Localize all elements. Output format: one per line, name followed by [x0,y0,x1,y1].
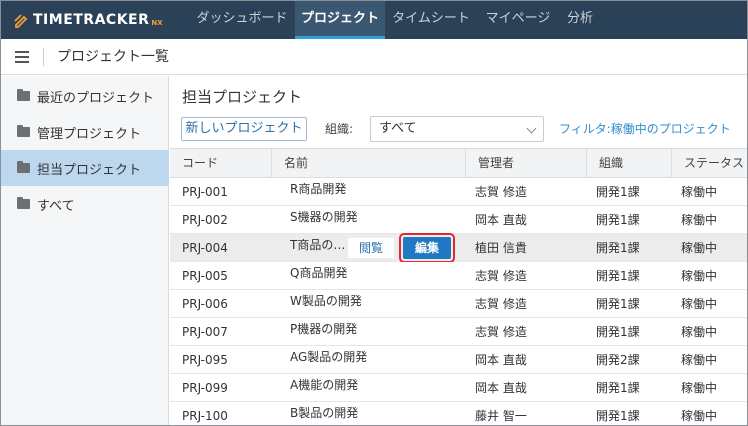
column-header-org[interactable]: 組織 [586,149,671,179]
cell-name[interactable]: AG製品の開発 [290,343,470,371]
cell-org: 開発1課 [596,297,640,311]
folder-icon [17,197,30,209]
table-row-hovered[interactable]: PRJ-004 T商品の… 閲覧 編集 植田 信貴 開発1課 稼働中 [170,231,747,263]
cell-manager: 岡本 直哉 [475,213,527,227]
table-row[interactable]: PRJ-005 Q商品開発 志賀 修造 開発1課 稼働中 [170,262,747,290]
cell-name[interactable]: T商品の… [290,231,350,259]
cell-name[interactable]: P機器の開発 [290,315,470,343]
hamburger-menu-icon[interactable] [15,51,29,63]
top-navigation-bar: TIMETRACKER NX ダッシュボード プロジェクト タイムシート マイペ… [1,1,747,39]
main-content: 担当プロジェクト 新しいプロジェクト 組織: すべて フィルタ:稼働中のプロジェ… [170,76,747,425]
cell-org: 開発1課 [596,409,640,423]
sidebar-item-all[interactable]: すべて [1,186,169,222]
sidebar-item-label: 管理プロジェクト [37,126,142,142]
sidebar-item-label: 最近のプロジェクト [37,90,155,106]
filter-link[interactable]: フィルタ:稼働中のプロジェクト [559,120,731,137]
table-row[interactable]: PRJ-100 B製品の開発 藤井 智一 開発1課 稼働中 [170,399,747,425]
sidebar: 最近のプロジェクト 管理プロジェクト 担当プロジェクト すべて [1,76,169,425]
folder-icon [17,89,30,101]
view-button[interactable]: 閲覧 [348,238,394,258]
cell-org: 開発1課 [596,325,640,339]
nav-analysis[interactable]: 分析 [559,1,601,39]
table-row[interactable]: PRJ-095 AG製品の開発 岡本 直哉 開発2課 稼働中 [170,346,747,374]
cell-manager: 岡本 直哉 [475,381,527,395]
cell-manager: 岡本 直哉 [475,353,527,367]
folder-icon [17,125,30,137]
new-project-button[interactable]: 新しいプロジェクト [181,117,307,141]
cell-status: 稼働中 [681,409,718,423]
cell-name[interactable]: Q商品開発 [290,259,470,287]
table-header: コード 名前 管理者 組織 ステータス [170,148,747,179]
sidebar-item-label: すべて [37,198,75,214]
cell-org: 開発1課 [596,213,640,227]
cell-status: 稼働中 [681,353,718,367]
nav-dashboard[interactable]: ダッシュボード [189,1,295,39]
cell-manager: 志賀 修造 [475,325,527,339]
cell-name[interactable]: S機器の開発 [290,203,470,231]
nav-timesheet[interactable]: タイムシート [385,1,477,39]
cell-name[interactable]: B製品の開発 [290,399,470,425]
cell-manager: 志賀 修造 [475,297,527,311]
sidebar-item-assigned[interactable]: 担当プロジェクト [1,150,169,186]
table-row[interactable]: PRJ-099 A機能の開発 岡本 直哉 開発1課 稼働中 [170,374,747,402]
sidebar-item-recent[interactable]: 最近のプロジェクト [1,78,169,114]
cell-manager: 志賀 修造 [475,269,527,283]
nav-mypage[interactable]: マイページ [477,1,559,39]
divider [43,48,44,66]
table-row[interactable]: PRJ-007 P機器の開発 志賀 修造 開発1課 稼働中 [170,318,747,346]
logo-pencil-icon [13,12,29,28]
sidebar-item-label: 担当プロジェクト [37,162,142,178]
org-label: 組織: [325,122,354,136]
cell-status: 稼働中 [681,325,718,339]
cell-code: PRJ-005 [182,269,228,283]
cell-org: 開発2課 [596,353,640,367]
cell-manager: 藤井 智一 [475,409,527,423]
folder-icon [17,161,30,173]
sub-header: プロジェクト一覧 [1,39,747,75]
app-window: TIMETRACKER NX ダッシュボード プロジェクト タイムシート マイペ… [0,0,748,426]
column-header-code[interactable]: コード [170,149,271,179]
nav-projects[interactable]: プロジェクト [295,1,385,39]
cell-org: 開発1課 [596,269,640,283]
logo-text: TIMETRACKER [33,12,150,28]
org-select-value: すべて [379,121,417,136]
cell-status: 稼働中 [681,381,718,395]
cell-status: 稼働中 [681,269,718,283]
logo-sub: NX [151,19,163,27]
cell-manager: 志賀 修造 [475,185,527,199]
cell-org: 開発1課 [596,185,640,199]
page-title: プロジェクト一覧 [57,49,169,65]
cell-status: 稼働中 [681,297,718,311]
cell-code: PRJ-001 [182,185,228,199]
cell-name[interactable]: W製品の開発 [290,287,470,315]
table-row[interactable]: PRJ-001 R商品開発 志賀 修造 開発1課 稼働中 [170,178,747,206]
cell-code: PRJ-007 [182,325,228,339]
section-title: 担当プロジェクト [182,88,303,106]
cell-status: 稼働中 [681,241,718,255]
app-logo[interactable]: TIMETRACKER NX [13,1,163,39]
cell-code: PRJ-002 [182,213,228,227]
edit-button[interactable]: 編集 [403,237,451,259]
sidebar-item-managed[interactable]: 管理プロジェクト [1,114,169,150]
org-select[interactable]: すべて [370,116,544,142]
table-row[interactable]: PRJ-006 W製品の開発 志賀 修造 開発1課 稼働中 [170,290,747,318]
cell-name[interactable]: A機能の開発 [290,371,470,399]
column-header-status[interactable]: ステータス [671,149,747,179]
cell-code: PRJ-099 [182,381,228,395]
cell-status: 稼働中 [681,213,718,227]
cell-org: 開発1課 [596,241,640,255]
cell-code: PRJ-006 [182,297,228,311]
cell-org: 開発1課 [596,381,640,395]
cell-status: 稼働中 [681,185,718,199]
cell-manager: 植田 信貴 [475,241,527,255]
table-row[interactable]: PRJ-002 S機器の開発 岡本 直哉 開発1課 稼働中 [170,206,747,234]
cell-code: PRJ-004 [182,241,228,255]
column-header-manager[interactable]: 管理者 [465,149,586,179]
cell-code: PRJ-095 [182,353,228,367]
cell-code: PRJ-100 [182,409,228,423]
chevron-down-icon [526,123,537,134]
cell-name[interactable]: R商品開発 [290,175,470,203]
